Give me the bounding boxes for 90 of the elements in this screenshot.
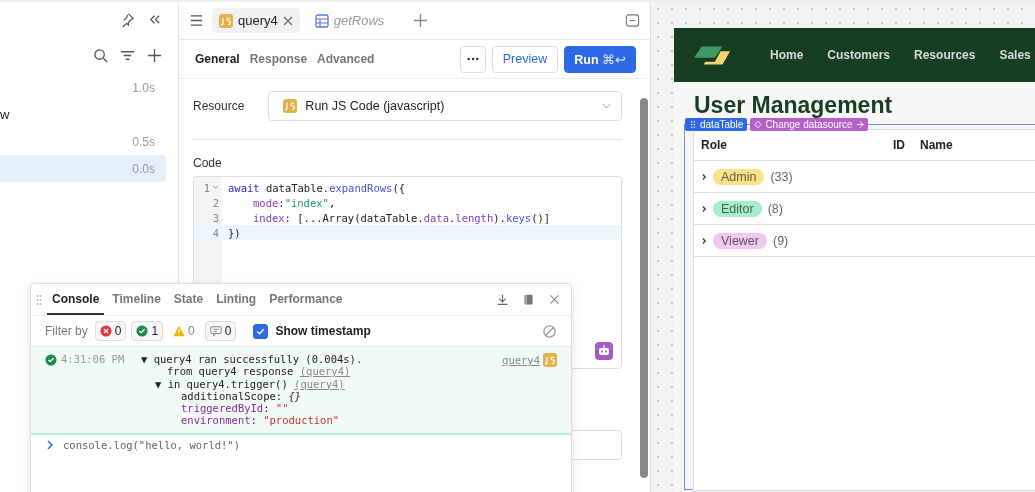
- code-line: }): [227, 226, 241, 239]
- run-button[interactable]: Run ⌘↩: [564, 45, 636, 73]
- group-count: (33): [770, 169, 793, 184]
- change-datasource-button[interactable]: Change datasource: [750, 118, 868, 131]
- component-name-tag: dataTable: [685, 118, 748, 131]
- line-number: 2: [212, 196, 219, 209]
- success-icon: [136, 325, 149, 337]
- log-text: :: [250, 414, 258, 427]
- code-line: mode:"index",: [252, 196, 336, 209]
- line-number: 1: [203, 181, 210, 194]
- preview-button[interactable]: Preview: [491, 45, 559, 73]
- column-header[interactable]: ID: [893, 138, 920, 152]
- search-icon[interactable]: [93, 48, 108, 63]
- page-title: User Management: [694, 94, 894, 116]
- success-icon: [45, 354, 57, 366]
- editor-tab[interactable]: query4: [212, 8, 300, 33]
- scrollbar[interactable]: [640, 98, 648, 478]
- log-text: additionalScope:: [181, 389, 283, 402]
- expand-caret-icon[interactable]: [702, 204, 707, 213]
- close-icon[interactable]: [548, 293, 561, 306]
- plus-icon[interactable]: [147, 48, 162, 63]
- warning-icon: [173, 325, 186, 337]
- filter-chip[interactable]: 0: [94, 321, 127, 341]
- role-tag: Editor: [713, 200, 762, 217]
- prompt-icon: [47, 439, 53, 450]
- filter-chip[interactable]: 1: [131, 321, 164, 341]
- code-line: await dataTable.expandRows({: [227, 181, 406, 194]
- drag-handle-icon[interactable]: [689, 120, 697, 129]
- query-list-item[interactable]: w: [0, 101, 166, 128]
- pin-icon[interactable]: [120, 12, 135, 27]
- filter-icon[interactable]: [120, 48, 135, 63]
- minimize-icon[interactable]: [625, 13, 640, 28]
- source-link[interactable]: (query4): [294, 377, 345, 390]
- code-line: index: [...Array(dataTable.data.length).keys()]: [252, 211, 551, 224]
- clear-icon[interactable]: [542, 323, 557, 339]
- js-file-icon: [283, 99, 298, 113]
- resource-label: Resource: [193, 99, 245, 113]
- robot-icon[interactable]: [595, 342, 613, 360]
- role-tag: Viewer: [713, 232, 767, 249]
- nav-link[interactable]: Home: [770, 48, 804, 62]
- close-icon[interactable]: [282, 15, 293, 26]
- console-tab[interactable]: Console: [47, 284, 105, 315]
- log-text: "": [275, 402, 289, 415]
- query-tab[interactable]: General: [193, 52, 242, 66]
- expand-caret-icon[interactable]: [702, 236, 707, 245]
- expand-caret-icon[interactable]: [702, 172, 707, 181]
- filter-chip[interactable]: 0: [204, 321, 237, 341]
- message-icon: [209, 325, 222, 337]
- diamond-icon: [754, 120, 763, 129]
- checkbox-label[interactable]: Show timestamp: [275, 324, 371, 338]
- column-header[interactable]: Name: [920, 138, 953, 152]
- query-tab[interactable]: Advanced: [315, 52, 377, 66]
- console-tab[interactable]: Performance: [264, 284, 348, 315]
- log-timestamp: 4:31:06 PM: [61, 353, 126, 365]
- console-tab[interactable]: Timeline: [107, 284, 166, 315]
- js-file-icon: [219, 13, 233, 28]
- arrow-right-icon: [855, 120, 864, 129]
- book-icon[interactable]: [522, 293, 535, 306]
- column-header[interactable]: Role: [701, 138, 893, 152]
- log-text: triggeredById: [181, 402, 264, 415]
- filter-label: Filter by: [45, 324, 88, 338]
- js-file-icon: [543, 353, 557, 367]
- nav-link[interactable]: Resources: [914, 48, 976, 62]
- download-icon[interactable]: [496, 293, 509, 306]
- nav-link[interactable]: Customers: [827, 48, 891, 62]
- more-icon: [466, 57, 479, 61]
- group-count: (9): [773, 233, 789, 248]
- menu-icon[interactable]: [189, 13, 204, 28]
- role-tag: Admin: [713, 168, 765, 185]
- log-text: :: [263, 402, 271, 415]
- plus-icon[interactable]: [413, 13, 429, 28]
- line-number: 4: [212, 226, 219, 239]
- drag-handle-icon[interactable]: [36, 293, 42, 306]
- log-text: ▼ in query4.trigger(): [155, 377, 289, 390]
- code-label: Code: [193, 156, 223, 170]
- source-link[interactable]: query4: [502, 354, 540, 366]
- checkbox[interactable]: [253, 323, 269, 339]
- query-tab[interactable]: Response: [247, 52, 310, 66]
- log-text: "production": [263, 414, 340, 427]
- line-number: 3: [212, 211, 219, 224]
- resource-select[interactable]: Run JS Code (javascript): [268, 91, 622, 121]
- error-icon: [99, 325, 112, 337]
- console-tab[interactable]: Linting: [211, 284, 262, 315]
- data-table[interactable]: Role ID Name Admin (33) Editor (8) Viewer (9): [693, 129, 1035, 491]
- logo-icon: [694, 44, 732, 66]
- log-text: {}: [288, 389, 302, 402]
- table-icon: [314, 13, 329, 28]
- group-count: (8): [767, 201, 783, 216]
- nav-link[interactable]: Sales: [999, 48, 1031, 62]
- log-text: environment: [181, 414, 251, 427]
